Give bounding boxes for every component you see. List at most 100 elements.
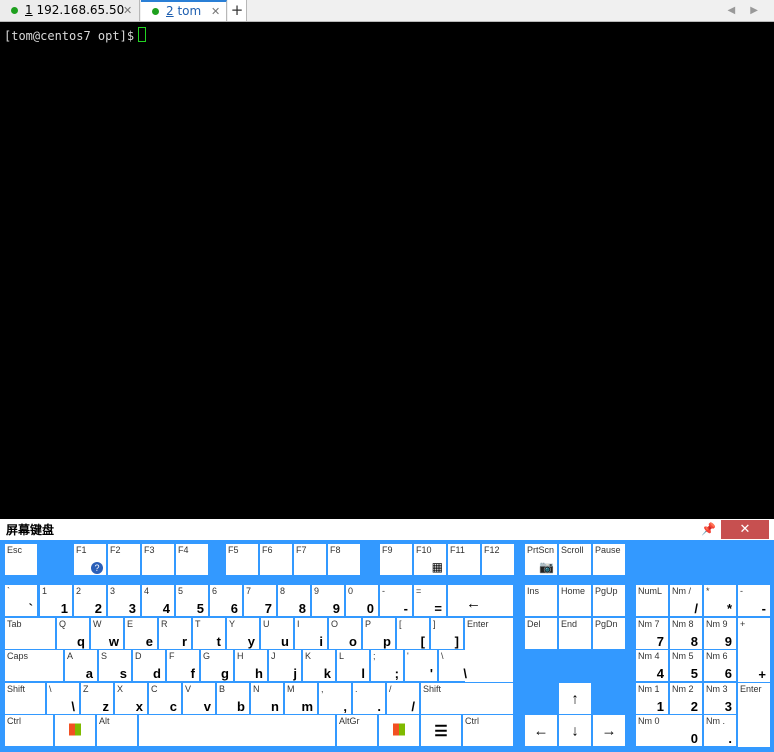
tab-session-1[interactable]: 1 192.168.65.50 ✕ xyxy=(0,0,140,21)
key-w[interactable]: Ww xyxy=(91,618,123,649)
key-num-8[interactable]: Nm 8 8 xyxy=(670,618,702,649)
key-period[interactable]: .. xyxy=(353,683,385,714)
key-x[interactable]: Xx xyxy=(115,683,147,714)
key-f10[interactable]: F10 ▦ xyxy=(414,544,446,575)
key-tab[interactable]: Tab xyxy=(5,618,55,649)
key-minus[interactable]: -- xyxy=(380,585,412,616)
key-g[interactable]: Gg xyxy=(201,650,233,681)
osk-close-button[interactable]: ✕ xyxy=(721,520,769,539)
key-v[interactable]: Vv xyxy=(183,683,215,714)
key-printscreen[interactable]: PrtScn 📷 xyxy=(525,544,557,575)
key-1[interactable]: 11 xyxy=(40,585,72,616)
key-scroll-lock[interactable]: Scroll xyxy=(559,544,591,575)
key-f11[interactable]: F11 xyxy=(448,544,480,575)
key-f7[interactable]: F7 xyxy=(294,544,326,575)
key-num-3[interactable]: Nm 3 3 xyxy=(704,683,736,714)
key-f6[interactable]: F6 xyxy=(260,544,292,575)
key-f2[interactable]: F2 xyxy=(108,544,140,575)
key-s[interactable]: Ss xyxy=(99,650,131,681)
tab-close-icon[interactable]: ✕ xyxy=(211,2,220,21)
terminal[interactable]: [tom@centos7 opt]$ xyxy=(0,22,774,519)
key-alt[interactable]: Alt xyxy=(97,715,137,746)
key-n[interactable]: Nn xyxy=(251,683,283,714)
key-shift-right[interactable]: Shift xyxy=(421,683,513,714)
key-num-plus[interactable]: + + xyxy=(738,618,770,682)
key-arrow-down[interactable]: ↓ xyxy=(559,715,591,746)
key-arrow-right[interactable]: → xyxy=(593,715,625,746)
key-backtick[interactable]: ` ` xyxy=(5,585,37,616)
key-k[interactable]: Kk xyxy=(303,650,335,681)
key-num-multiply[interactable]: * * xyxy=(704,585,736,616)
key-2[interactable]: 22 xyxy=(74,585,106,616)
key-num-decimal[interactable]: Nm .. xyxy=(704,715,736,746)
key-delete[interactable]: Del xyxy=(525,618,557,649)
key-r[interactable]: Rr xyxy=(159,618,191,649)
key-pause[interactable]: Pause xyxy=(593,544,625,575)
key-page-up[interactable]: PgUp xyxy=(593,585,625,616)
key-m[interactable]: Mm xyxy=(285,683,317,714)
key-ctrl-right[interactable]: Ctrl xyxy=(463,715,513,746)
key-f8[interactable]: F8 xyxy=(328,544,360,575)
key-u[interactable]: Uu xyxy=(261,618,293,649)
key-3[interactable]: 33 xyxy=(108,585,140,616)
key-f4[interactable]: F4 xyxy=(176,544,208,575)
key-quote[interactable]: ' ' xyxy=(405,650,437,681)
key-f5[interactable]: F5 xyxy=(226,544,258,575)
key-backslash[interactable]: \ \ xyxy=(439,650,471,681)
key-f1[interactable]: F1? xyxy=(74,544,106,575)
key-9[interactable]: 99 xyxy=(312,585,344,616)
key-a[interactable]: Aa xyxy=(65,650,97,681)
key-caps-lock[interactable]: Caps xyxy=(5,650,63,681)
key-windows-right[interactable] xyxy=(379,715,419,746)
key-num-6[interactable]: Nm 6 6 xyxy=(704,650,736,681)
key-end[interactable]: End xyxy=(559,618,591,649)
key-backslash-2[interactable]: \ \ xyxy=(47,683,79,714)
key-num-2[interactable]: Nm 2 2 xyxy=(670,683,702,714)
key-ctrl-left[interactable]: Ctrl xyxy=(5,715,53,746)
key-enter[interactable]: Enter xyxy=(465,618,513,682)
key-num-1[interactable]: Nm 1 1 xyxy=(636,683,668,714)
key-arrow-up[interactable]: ↑ xyxy=(559,683,591,714)
tab-session-2[interactable]: 2 tom ✕ xyxy=(141,0,227,21)
key-shift-left[interactable]: Shift xyxy=(5,683,45,714)
key-left-bracket[interactable]: [[ xyxy=(397,618,429,649)
key-num-5[interactable]: Nm 5 5 xyxy=(670,650,702,681)
key-num-9[interactable]: Nm 9 9 xyxy=(704,618,736,649)
key-7[interactable]: 77 xyxy=(244,585,276,616)
key-i[interactable]: Ii xyxy=(295,618,327,649)
key-num-minus[interactable]: -- xyxy=(738,585,770,616)
key-slash[interactable]: / / xyxy=(387,683,419,714)
key-num-enter[interactable]: Enter xyxy=(738,683,770,747)
key-insert[interactable]: Ins xyxy=(525,585,557,616)
key-o[interactable]: Oo xyxy=(329,618,361,649)
key-t[interactable]: Tt xyxy=(193,618,225,649)
tab-close-icon[interactable]: ✕ xyxy=(123,0,132,21)
key-esc[interactable]: Esc xyxy=(5,544,37,575)
key-f9[interactable]: F9 xyxy=(380,544,412,575)
new-tab-button[interactable]: + xyxy=(228,0,247,21)
key-q[interactable]: Qq xyxy=(57,618,89,649)
key-windows-left[interactable] xyxy=(55,715,95,746)
pin-icon[interactable]: 📌 xyxy=(701,522,716,536)
key-e[interactable]: Ee xyxy=(125,618,157,649)
key-f3[interactable]: F3 xyxy=(142,544,174,575)
key-4[interactable]: 44 xyxy=(142,585,174,616)
key-c[interactable]: Cc xyxy=(149,683,181,714)
key-menu[interactable]: ☰ xyxy=(421,715,461,746)
key-z[interactable]: Zz xyxy=(81,683,113,714)
key-num-4[interactable]: Nm 4 4 xyxy=(636,650,668,681)
key-num-7[interactable]: Nm 7 7 xyxy=(636,618,668,649)
key-y[interactable]: Yy xyxy=(227,618,259,649)
key-backspace[interactable]: ← xyxy=(448,585,513,616)
key-5[interactable]: 55 xyxy=(176,585,208,616)
key-arrow-left[interactable]: ← xyxy=(525,715,557,746)
key-num-slash[interactable]: Nm / / xyxy=(670,585,702,616)
tab-scroll-arrows[interactable]: ◀ ▶ xyxy=(727,0,764,21)
key-l[interactable]: Ll xyxy=(337,650,369,681)
key-right-bracket[interactable]: ]] xyxy=(431,618,463,649)
key-p[interactable]: Pp xyxy=(363,618,395,649)
key-comma[interactable]: ,, xyxy=(319,683,351,714)
key-b[interactable]: Bb xyxy=(217,683,249,714)
key-num-0[interactable]: Nm 0 0 xyxy=(636,715,702,746)
key-home[interactable]: Home xyxy=(559,585,591,616)
